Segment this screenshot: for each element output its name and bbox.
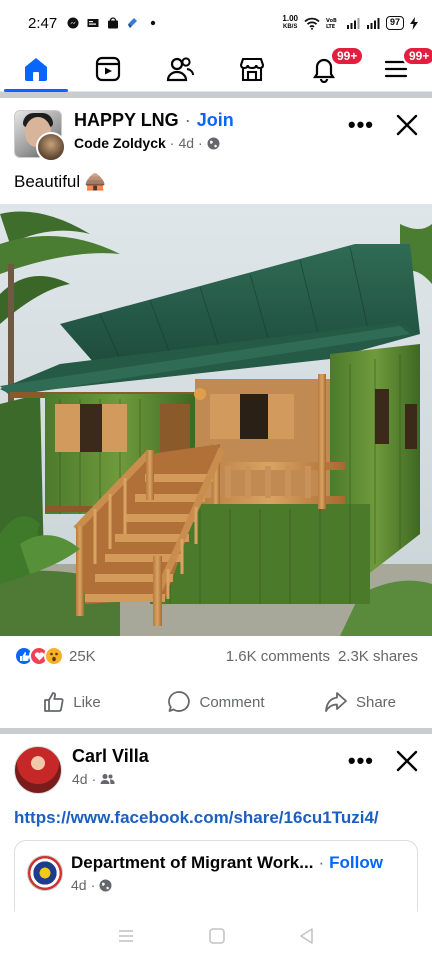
signal-icon-2 xyxy=(366,18,380,29)
post-header-actions: ••• xyxy=(348,114,418,136)
post-link[interactable]: https://www.facebook.com/share/16cu1Tuzi… xyxy=(14,808,379,828)
globe-icon xyxy=(99,879,112,891)
post-time[interactable]: 4d xyxy=(72,771,88,787)
author-avatar[interactable] xyxy=(36,132,66,162)
recents-menu-icon[interactable] xyxy=(116,928,136,944)
shopping-bag-icon xyxy=(108,17,119,29)
more-options-icon[interactable]: ••• xyxy=(348,114,374,136)
messenger-icon xyxy=(67,17,79,29)
shares-count[interactable]: 2.3K shares xyxy=(338,648,418,665)
post-image[interactable] xyxy=(0,204,432,636)
status-right: 1.00 KB/S VoB LTE 97 xyxy=(282,15,418,31)
group-avatar[interactable] xyxy=(14,110,66,162)
page-name[interactable]: Department of Migrant Work... xyxy=(71,853,313,873)
video-icon xyxy=(95,56,121,81)
marketplace-icon xyxy=(239,57,265,81)
status-bar: 2:47 1.00 KB/S VoB LTE 97 xyxy=(0,0,432,46)
share-button[interactable]: Share xyxy=(288,682,432,722)
comments-count[interactable]: 1.6K comments xyxy=(226,648,330,665)
page-avatar[interactable] xyxy=(27,855,63,891)
group-name[interactable]: HAPPY LNG xyxy=(74,110,179,131)
comment-label: Comment xyxy=(199,693,265,711)
charging-icon xyxy=(410,16,418,30)
tab-menu[interactable]: 99+ xyxy=(360,46,432,91)
separator-dot: · xyxy=(184,110,191,130)
separator-dot: · xyxy=(90,877,96,893)
author-avatar[interactable] xyxy=(14,746,62,794)
reactions-row: 25K 1.6K comments 2.3K shares xyxy=(14,646,418,666)
post-stats: 1.6K comments 2.3K shares xyxy=(226,648,418,665)
status-time: 2:47 xyxy=(28,14,58,32)
more-options-icon[interactable]: ••• xyxy=(348,750,374,772)
bamboo-house-image xyxy=(0,204,432,636)
post-caption: Beautiful 🛖 xyxy=(14,172,107,191)
post-time[interactable]: 4d xyxy=(178,135,194,151)
menu-badge: 99+ xyxy=(402,46,432,66)
post-header: Carl Villa 4d · ••• xyxy=(0,746,432,794)
comment-button[interactable]: Comment xyxy=(144,682,288,722)
dot-icon xyxy=(151,20,156,26)
back-triangle-icon[interactable] xyxy=(298,927,316,945)
tab-home[interactable] xyxy=(0,46,72,92)
wow-reaction-icon[interactable] xyxy=(44,646,64,666)
tab-video[interactable] xyxy=(72,46,144,91)
tab-notifications[interactable]: 99+ xyxy=(288,46,365,91)
like-label: Like xyxy=(73,693,101,711)
separator-dot: · xyxy=(169,135,175,151)
tab-marketplace[interactable] xyxy=(216,46,288,91)
network-speed: 1.00 KB/S xyxy=(282,15,298,31)
friends-icon xyxy=(166,56,195,81)
svg-text:LTE: LTE xyxy=(326,24,336,29)
post-header-text: HAPPY LNG · Join Code Zoldyck · 4d · xyxy=(74,110,348,151)
like-icon xyxy=(44,692,64,712)
post-header: HAPPY LNG · Join Code Zoldyck · 4d · ••• xyxy=(0,110,432,162)
tab-friends[interactable] xyxy=(144,46,216,91)
join-button[interactable]: Join xyxy=(197,110,234,131)
feed-divider xyxy=(0,728,432,734)
author-name[interactable]: Carl Villa xyxy=(72,746,149,767)
post-header-actions: ••• xyxy=(348,750,418,772)
app-icon xyxy=(128,18,138,28)
friends-audience-icon xyxy=(100,774,115,784)
separator-dot: · xyxy=(318,853,325,872)
shared-post-header: Department of Migrant Work... · Follow 4… xyxy=(71,853,405,908)
share-label: Share xyxy=(355,693,397,711)
home-square-icon[interactable] xyxy=(208,927,226,945)
battery-indicator: 97 xyxy=(385,16,404,30)
home-icon xyxy=(25,57,47,81)
notification-icons xyxy=(67,17,159,29)
separator-dot: · xyxy=(198,135,203,151)
post-header-text: Carl Villa 4d · xyxy=(72,746,348,787)
author-name[interactable]: Code Zoldyck xyxy=(74,135,166,151)
reactions-count[interactable]: 25K xyxy=(69,648,96,665)
follow-button[interactable]: Follow xyxy=(329,853,383,873)
top-nav: 99+ 99+ xyxy=(0,46,432,92)
feed-divider xyxy=(0,92,432,98)
shared-post-time[interactable]: 4d xyxy=(71,877,87,893)
news-app-icon xyxy=(87,19,99,27)
post-actions: Like Comment Share xyxy=(0,682,432,722)
globe-icon xyxy=(207,137,220,149)
share-icon xyxy=(325,692,347,712)
comment-icon xyxy=(168,691,191,712)
wifi-icon xyxy=(304,17,320,30)
system-navigation-bar xyxy=(0,912,432,960)
network-speed-unit: KB/S xyxy=(283,24,298,30)
like-button[interactable]: Like xyxy=(0,682,144,722)
separator-dot: · xyxy=(91,771,97,787)
signal-icon-1 xyxy=(346,18,360,29)
network-speed-value: 1.00 xyxy=(282,14,298,23)
volte-icon: VoBLTE xyxy=(326,18,337,29)
close-icon[interactable] xyxy=(396,750,418,772)
close-icon[interactable] xyxy=(396,114,418,136)
